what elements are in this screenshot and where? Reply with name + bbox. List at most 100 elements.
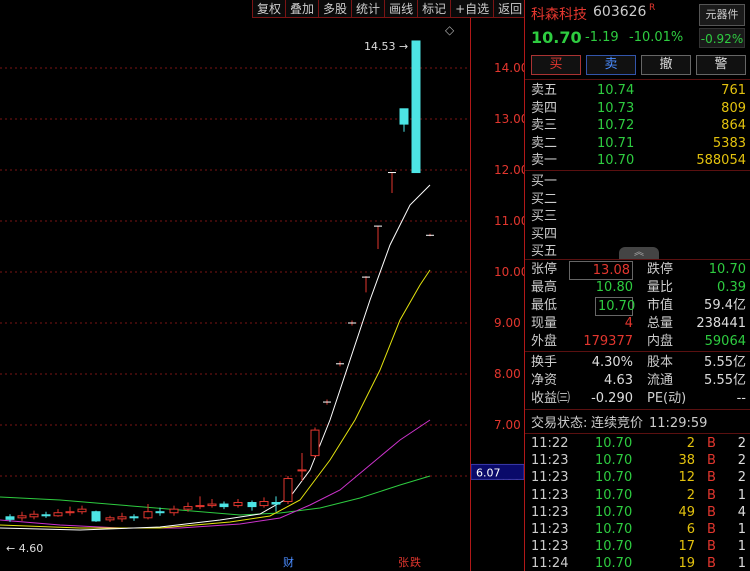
candle-body: [207, 503, 217, 507]
limit-down-value: 10.70: [708, 262, 746, 277]
ask-volume: 588054: [696, 153, 746, 168]
tick-row: 11:23 10.70 17 B 1: [525, 538, 750, 555]
ask-volume: 761: [721, 83, 746, 98]
ask-label: 卖二: [531, 135, 558, 151]
limit-up-value: 13.08: [569, 261, 633, 280]
toolbar-btn-restore-rights[interactable]: 复权: [252, 0, 286, 18]
tick-side: B: [707, 487, 716, 503]
limit-up-label: 张停: [531, 262, 558, 277]
outer-value: 179377: [583, 334, 633, 349]
candle-body: [65, 511, 75, 514]
tick-time: 11:23: [531, 453, 569, 469]
sell-button[interactable]: 卖: [586, 55, 636, 75]
candle-body: [77, 508, 87, 513]
collapse-toggle[interactable]: ︽: [619, 247, 659, 259]
tick-count: 1: [737, 556, 746, 571]
vol-ratio-label: 量比: [647, 280, 674, 295]
tick-count: 1: [737, 539, 746, 555]
candle-body: [155, 511, 165, 514]
bid-row[interactable]: 买一: [525, 173, 750, 190]
kline-chart[interactable]: 14.00 13.00 12.00 11.00 10.00 9.00 8.00 7.00 6.0…: [0, 0, 525, 571]
sector-button[interactable]: 元器件: [699, 4, 745, 26]
price-axis-label: 14.00: [494, 61, 525, 75]
tick-volume: 2: [686, 487, 695, 503]
tick-side: B: [707, 436, 716, 451]
tick-row: 11:23 10.70 49 B 4: [525, 504, 750, 521]
tick-count: 1: [737, 487, 746, 503]
ma-line-short: [0, 269, 431, 529]
ask-row[interactable]: 卖二 10.71 5383: [525, 135, 750, 152]
trade-actions: 买 卖 撤 警: [531, 55, 750, 75]
candle-body: [411, 40, 421, 174]
tick-time: 11:22: [531, 436, 569, 451]
ask-row[interactable]: 卖四 10.73 809: [525, 100, 750, 117]
quote-panel: 科森科技 603626 R 元器件 10.70 -1.19 -10.01% -0…: [525, 0, 750, 571]
cancel-order-button[interactable]: 撤: [641, 55, 691, 75]
tick-time: 11:23: [531, 539, 569, 555]
tick-time: 11:23: [531, 522, 569, 537]
divider: [525, 351, 750, 352]
quote-row-turnover: 换手 4.30% 股本 5.55亿: [525, 354, 750, 371]
tick-row: 11:22 10.70 2 B 2: [525, 435, 750, 452]
divider: [525, 79, 750, 80]
quote-row-nav: 净资 4.63 流通 5.55亿: [525, 372, 750, 389]
ask-price: 10.72: [597, 118, 635, 133]
nav-label: 净资: [531, 373, 558, 388]
diamond-icon: ◇: [445, 23, 455, 37]
tick-price: 10.70: [595, 539, 633, 555]
ask-row[interactable]: 卖三 10.72 864: [525, 117, 750, 134]
equity-label: 股本: [647, 355, 674, 370]
toolbar-btn-overlay[interactable]: 叠加: [285, 0, 319, 18]
price-axis-label: 11.00: [494, 214, 525, 228]
bid-row[interactable]: 买四: [525, 226, 750, 243]
bid-row[interactable]: 买二: [525, 191, 750, 208]
alert-button[interactable]: 警: [696, 55, 746, 75]
bid-label: 买四: [531, 226, 558, 242]
bid-label: 买一: [531, 174, 558, 189]
candle-body: [129, 516, 139, 519]
low-price-annotation: ← 4.60: [6, 542, 43, 555]
toolbar-btn-draw-line[interactable]: 画线: [384, 0, 418, 18]
candle-body: [310, 429, 320, 457]
candle-body: [41, 514, 51, 517]
ask-row[interactable]: 卖五 10.74 761: [525, 82, 750, 99]
price-axis-label: 8.00: [494, 367, 521, 381]
tick-count: 2: [737, 436, 746, 451]
trade-status-time: 11:29:59: [649, 416, 708, 431]
total-vol-value: 238441: [696, 316, 746, 331]
total-vol-label: 总量: [647, 316, 674, 331]
buy-button[interactable]: 买: [531, 55, 581, 75]
price-axis-label: 12.00: [494, 163, 525, 177]
vol-ratio-value: 0.39: [717, 280, 746, 295]
tick-volume: 38: [678, 453, 695, 469]
mkt-cap-value: 59.4亿: [704, 298, 746, 313]
quote-row-outer-inner: 外盘 179377 内盘 59064: [525, 333, 750, 350]
candle-body: [91, 511, 101, 522]
tick-volume: 2: [686, 436, 695, 451]
tick-volume: 6: [686, 522, 695, 537]
bid-row[interactable]: 买三: [525, 208, 750, 225]
candle-body: [105, 517, 115, 521]
toolbar-btn-mark[interactable]: 标记: [417, 0, 451, 18]
ask-price: 10.70: [597, 153, 635, 168]
toolbar-btn-statistics[interactable]: 统计: [351, 0, 385, 18]
candle-body: [117, 516, 127, 520]
toolbar-btn-multi-stock[interactable]: 多股: [318, 0, 352, 18]
low-label: 最低: [531, 298, 558, 313]
sector-change-pct: -0.92%: [699, 28, 745, 48]
toolbar-btn-add-watchlist[interactable]: +自选: [450, 0, 494, 18]
trade-status-row: 交易状态: 连续竞价 11:29:59: [525, 415, 750, 432]
tick-price: 10.70: [595, 556, 633, 571]
pe-value: --: [736, 391, 746, 406]
ask-row[interactable]: 卖一 10.70 588054: [525, 152, 750, 169]
candle-body: [29, 513, 39, 518]
candle-body: [195, 505, 205, 508]
tick-side: B: [707, 504, 716, 520]
price-change-pct: -10.01%: [629, 30, 684, 45]
low-value: 10.70: [595, 297, 635, 316]
kline-chart-area[interactable]: 14.00 13.00 12.00 11.00 10.00 9.00 8.00 7.00 6.0…: [0, 0, 527, 571]
tick-side: B: [707, 470, 716, 486]
price-axis-label: 7.00: [494, 418, 521, 432]
quote-row-low: 最低 10.70 市值 59.4亿: [525, 297, 750, 316]
toolbar-btn-back[interactable]: 返回: [493, 0, 527, 18]
